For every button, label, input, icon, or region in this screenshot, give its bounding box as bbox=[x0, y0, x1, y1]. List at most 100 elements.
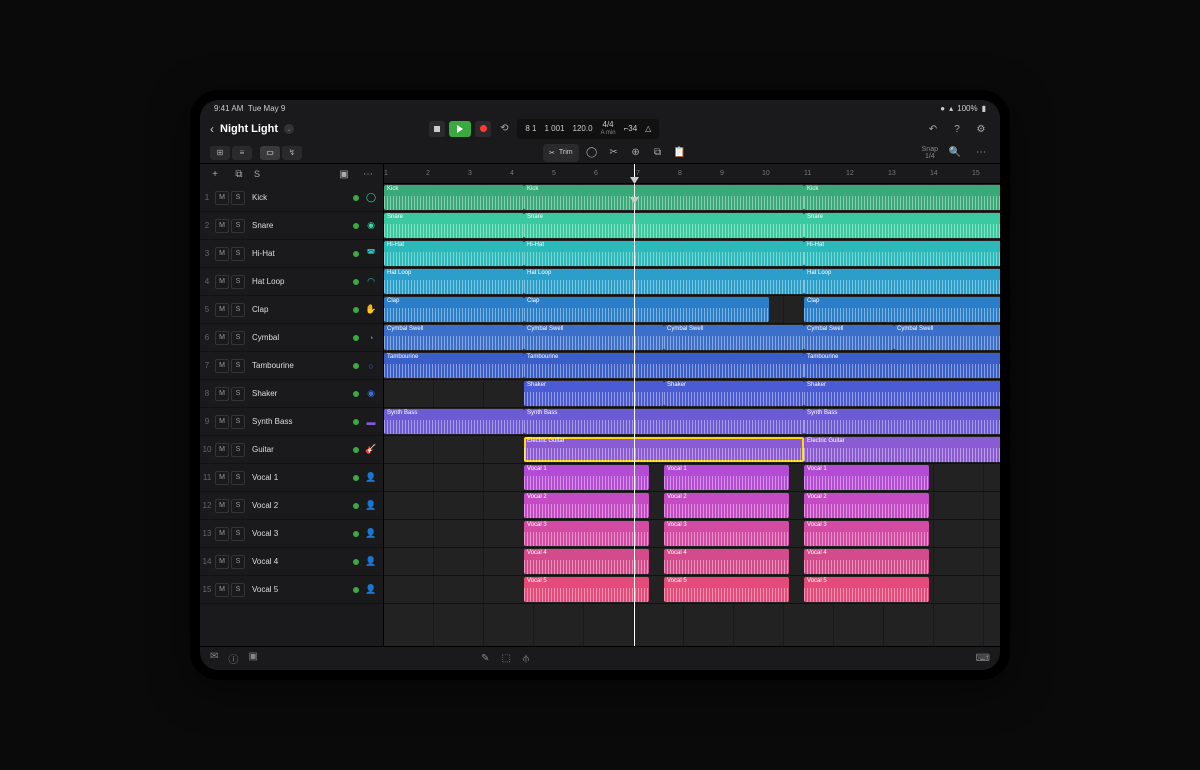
ruler[interactable]: 123456789101112131415 bbox=[384, 164, 1000, 184]
record-enabled-indicator[interactable] bbox=[353, 223, 359, 229]
record-button[interactable] bbox=[475, 121, 491, 137]
undo-icon[interactable]: ↶ bbox=[924, 120, 942, 138]
region[interactable]: Synth Bass bbox=[524, 409, 804, 434]
help-icon[interactable]: ? bbox=[948, 120, 966, 138]
record-enabled-indicator[interactable] bbox=[353, 251, 359, 257]
zoom-icon[interactable]: 🔍 bbox=[946, 144, 964, 162]
mute-button[interactable]: M bbox=[215, 499, 229, 513]
mute-button[interactable]: M bbox=[215, 303, 229, 317]
solo-button[interactable]: S bbox=[231, 443, 245, 457]
info-icon[interactable]: ⓘ bbox=[228, 651, 238, 666]
cycle-icon[interactable]: ⟲ bbox=[495, 120, 513, 138]
lane[interactable]: Electric GuitarElectric Guitar bbox=[384, 436, 1000, 464]
mute-button[interactable]: M bbox=[215, 191, 229, 205]
play-button[interactable] bbox=[449, 121, 471, 137]
mute-button[interactable]: M bbox=[215, 527, 229, 541]
region[interactable]: Hat Loop bbox=[524, 269, 804, 294]
track-row[interactable]: 15 M S Vocal 5 👤 bbox=[200, 576, 383, 604]
lane[interactable]: Cymbal SwellCymbal SwellCymbal SwellCymb… bbox=[384, 324, 1000, 352]
add-track-button[interactable]: + bbox=[206, 165, 224, 183]
solo-button[interactable]: S bbox=[231, 527, 245, 541]
solo-button[interactable]: S bbox=[231, 583, 245, 597]
solo-button[interactable]: S bbox=[231, 247, 245, 261]
library-icon[interactable]: ▣ bbox=[248, 651, 257, 666]
region[interactable]: Shaker bbox=[664, 381, 804, 406]
region[interactable]: Cymbal Swell bbox=[664, 325, 804, 350]
track-row[interactable]: 4 M S Hat Loop ◠ bbox=[200, 268, 383, 296]
solo-button[interactable]: S bbox=[231, 387, 245, 401]
region[interactable]: Vocal 5 bbox=[804, 577, 929, 602]
mute-button[interactable]: M bbox=[215, 387, 229, 401]
track-row[interactable]: 2 M S Snare ◉ bbox=[200, 212, 383, 240]
project-dropdown-icon[interactable]: ⌄ bbox=[284, 124, 294, 134]
lane[interactable]: Vocal 5Vocal 5Vocal 5 bbox=[384, 576, 1000, 604]
record-enabled-indicator[interactable] bbox=[353, 559, 359, 565]
mixer-icon[interactable]: ⬚ bbox=[502, 653, 511, 664]
mute-button[interactable]: M bbox=[215, 275, 229, 289]
lane[interactable]: ClapClapClap bbox=[384, 296, 1000, 324]
region[interactable]: Hi-Hat bbox=[804, 241, 1000, 266]
lane[interactable]: Hat LoopHat LoopHat Loop bbox=[384, 268, 1000, 296]
solo-button[interactable]: S bbox=[231, 499, 245, 513]
solo-button[interactable]: S bbox=[231, 331, 245, 345]
paste-icon[interactable]: 📋 bbox=[671, 144, 689, 162]
timeline[interactable]: 123456789101112131415 KickKickKickSnareS… bbox=[384, 164, 1000, 646]
region[interactable]: Vocal 5 bbox=[664, 577, 789, 602]
region[interactable]: Clap bbox=[804, 297, 1000, 322]
track-row[interactable]: 9 M S Synth Bass ▬ bbox=[200, 408, 383, 436]
region[interactable]: Vocal 2 bbox=[524, 493, 649, 518]
region[interactable]: Kick bbox=[804, 185, 1000, 210]
region[interactable]: Synth Bass bbox=[384, 409, 524, 434]
region[interactable]: Cymbal Swell bbox=[524, 325, 664, 350]
solo-button[interactable]: S bbox=[231, 415, 245, 429]
solo-button[interactable]: S bbox=[231, 275, 245, 289]
more-icon[interactable]: ⋯ bbox=[972, 144, 990, 162]
playhead-ruler[interactable] bbox=[634, 164, 635, 183]
track-row[interactable]: 1 M S Kick ◯ bbox=[200, 184, 383, 212]
back-button[interactable]: ‹ bbox=[210, 122, 214, 136]
record-enabled-indicator[interactable] bbox=[353, 335, 359, 341]
mute-button[interactable]: M bbox=[215, 583, 229, 597]
mute-button[interactable]: M bbox=[215, 415, 229, 429]
duplicate-track-icon[interactable]: ⧉ bbox=[230, 165, 248, 183]
region[interactable]: Cymbal Swell bbox=[894, 325, 1000, 350]
region[interactable]: Vocal 1 bbox=[664, 465, 789, 490]
record-enabled-indicator[interactable] bbox=[353, 447, 359, 453]
automation-button[interactable]: ↯ bbox=[282, 146, 302, 160]
mute-button[interactable]: M bbox=[215, 359, 229, 373]
region[interactable]: Vocal 4 bbox=[664, 549, 789, 574]
project-title[interactable]: Night Light bbox=[220, 123, 278, 135]
region[interactable]: Tambourine bbox=[384, 353, 524, 378]
scissors-icon[interactable]: ✂ bbox=[605, 144, 623, 162]
sliders-icon[interactable]: ⫛ bbox=[523, 653, 529, 664]
solo-button[interactable]: S bbox=[231, 303, 245, 317]
lane[interactable]: SnareSnareSnare bbox=[384, 212, 1000, 240]
playhead[interactable] bbox=[634, 184, 635, 646]
snap-setting[interactable]: Snap 1/4 bbox=[922, 146, 938, 160]
region[interactable]: Shaker bbox=[804, 381, 1000, 406]
region[interactable]: Snare bbox=[524, 213, 804, 238]
record-enabled-indicator[interactable] bbox=[353, 531, 359, 537]
region[interactable]: Hat Loop bbox=[804, 269, 1000, 294]
region[interactable]: Snare bbox=[384, 213, 524, 238]
solo-button[interactable]: S bbox=[231, 219, 245, 233]
mute-button[interactable]: M bbox=[215, 247, 229, 261]
record-enabled-indicator[interactable] bbox=[353, 503, 359, 509]
region[interactable]: Tambourine bbox=[804, 353, 1000, 378]
trim-tool[interactable]: ✂ Trim bbox=[543, 144, 579, 162]
track-row[interactable]: 14 M S Vocal 4 👤 bbox=[200, 548, 383, 576]
lane[interactable]: Vocal 3Vocal 3Vocal 3 bbox=[384, 520, 1000, 548]
region[interactable]: Snare bbox=[804, 213, 1000, 238]
stop-button[interactable] bbox=[429, 121, 445, 137]
region[interactable]: Cymbal Swell bbox=[384, 325, 524, 350]
region[interactable]: Vocal 3 bbox=[664, 521, 789, 546]
grid-view-button[interactable]: ⊞ bbox=[210, 146, 230, 160]
record-enabled-indicator[interactable] bbox=[353, 279, 359, 285]
list-view-button[interactable]: ≡ bbox=[232, 146, 252, 160]
lane[interactable]: Hi-HatHi-HatHi-Hat bbox=[384, 240, 1000, 268]
record-enabled-indicator[interactable] bbox=[353, 391, 359, 397]
region[interactable]: Vocal 4 bbox=[804, 549, 929, 574]
region-lanes[interactable]: KickKickKickSnareSnareSnareHi-HatHi-HatH… bbox=[384, 184, 1000, 646]
metronome-icon[interactable]: △ bbox=[645, 124, 651, 133]
join-icon[interactable]: ⊕ bbox=[627, 144, 645, 162]
